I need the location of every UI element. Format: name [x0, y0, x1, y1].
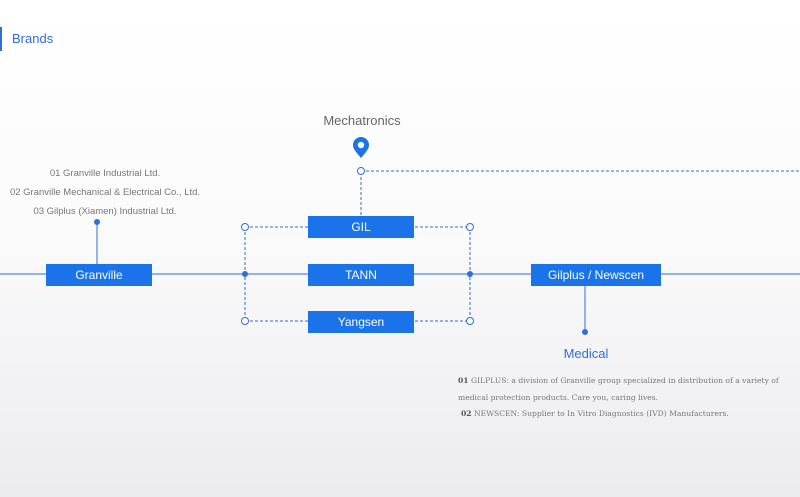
list-item: 03 Gilplus (Xiamen) Industrial Ltd.	[33, 206, 177, 217]
bracket-mid-left	[242, 271, 248, 277]
list-item: 02 Granville Mechanical & Electrical Co.…	[9, 187, 201, 198]
mechatronics-label: Mechatronics	[323, 113, 401, 128]
bracket-corner-tl	[241, 223, 249, 231]
note-item: 01 GILPLUS: a division of Granville grou…	[458, 373, 788, 406]
note-number: 01	[458, 376, 469, 385]
medical-dot	[582, 329, 588, 335]
granville-node[interactable]: Granville	[46, 264, 152, 286]
list-item: 01 Granville Industrial Ltd.	[49, 168, 161, 179]
gilplus-newscen-node[interactable]: Gilplus / Newscen	[531, 264, 661, 286]
bracket-corner-br	[466, 317, 474, 325]
gil-node[interactable]: GIL	[308, 216, 414, 238]
bracket-corner-tr	[466, 223, 474, 231]
location-pin-icon	[353, 137, 369, 158]
bracket-corner-bl	[241, 317, 249, 325]
granville-company-list: 01 Granville Industrial Ltd. 02 Granvill…	[0, 164, 210, 221]
note-number: 02	[461, 409, 472, 418]
note-item: 02 NEWSCEN: Supplier to In Vitro Diagnos…	[458, 406, 788, 423]
brand-group-bracket	[244, 170, 800, 322]
note-text: NEWSCEN: Supplier to In Vitro Diagnostic…	[474, 409, 729, 418]
mechatronics-node	[357, 167, 365, 175]
note-text: GILPLUS: a division of Granville group s…	[458, 376, 779, 402]
medical-label: Medical	[563, 346, 609, 361]
medical-notes: 01 GILPLUS: a division of Granville grou…	[458, 373, 788, 423]
tann-node[interactable]: TANN	[308, 264, 414, 286]
bracket-mid-right	[467, 271, 473, 277]
yangsen-node[interactable]: Yangsen	[308, 311, 414, 333]
